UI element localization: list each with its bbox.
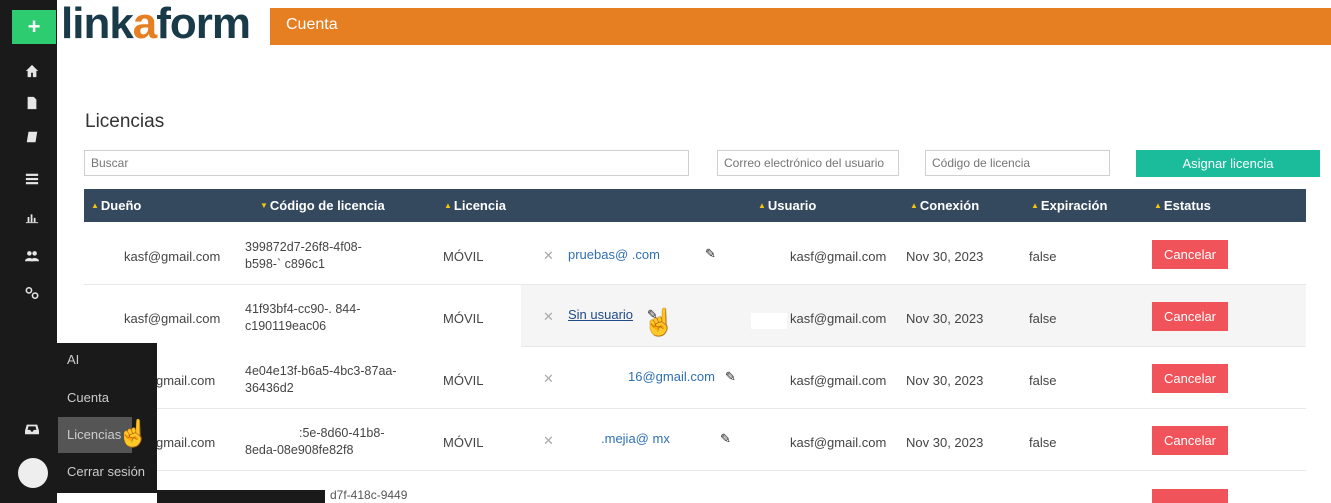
edit-icon[interactable]: ✎ (725, 369, 736, 385)
users-icon[interactable] (22, 247, 42, 265)
user-cell: kasf@gmail.com (790, 373, 887, 388)
email-filter-input[interactable] (717, 150, 899, 176)
user-cell: kasf@gmail.com (790, 311, 887, 326)
header-license[interactable]: ▲ Licencia (444, 198, 506, 213)
book-icon[interactable] (22, 128, 42, 146)
user-cell: kasf@gmail.com (790, 249, 887, 264)
header-expiration[interactable]: ▲ Expiración (1031, 198, 1107, 213)
assigned-user-link[interactable]: .mejia@ mx (601, 431, 670, 446)
sort-desc-icon: ▼ (260, 201, 268, 210)
connection-cell: Nov 30, 2023 (906, 435, 984, 450)
inbox-icon[interactable] (22, 420, 42, 438)
license-code-cell: 399872d7-26f8-4f08- b598-` c896c1 (245, 240, 362, 271)
cancel-button[interactable]: Cancelar (1152, 426, 1228, 455)
list-icon[interactable] (22, 170, 42, 188)
search-input[interactable] (84, 150, 689, 176)
cancel-button[interactable] (1152, 489, 1228, 503)
unassign-icon[interactable]: ✕ (543, 433, 554, 449)
logo-prefix: link (61, 0, 134, 48)
license-type-cell: MÓVIL (443, 435, 484, 450)
top-bar: Cuenta (270, 8, 1331, 45)
owner-cell: kasf@gmail.com (124, 249, 221, 264)
sort-asc-icon: ▲ (1154, 201, 1162, 210)
edit-icon[interactable]: ✎ (705, 246, 716, 262)
assigned-user-link[interactable]: pruebas@ .com (568, 247, 660, 262)
hand-cursor-icon: ☝ (643, 307, 676, 337)
table-row: kasf@gmail.com 41f93bf4-cc90-. 844- c1901… (84, 285, 1306, 347)
header-status[interactable]: ▲ Estatus (1154, 198, 1211, 213)
logo-suffix: form (156, 0, 251, 48)
sort-asc-icon: ▲ (758, 201, 766, 210)
sort-asc-icon: ▲ (444, 201, 452, 210)
license-type-cell: MÓVIL (443, 373, 484, 388)
assign-license-button[interactable]: Asignar licencia (1136, 150, 1320, 177)
code-filter-input[interactable] (925, 150, 1110, 176)
expiration-cell: false (1029, 435, 1057, 450)
connection-cell: Nov 30, 2023 (906, 373, 984, 388)
license-code-cell: 41f93bf4-cc90-. 844- c190119eac06 (245, 302, 361, 333)
logo-accent: a (132, 0, 158, 48)
table-row: gmail.com 4e04e13f-b6a5-4bc3-87aa- 36436d… (84, 347, 1306, 409)
edit-icon[interactable]: ✎ (720, 431, 731, 447)
assigned-user-link[interactable]: Sin usuario (568, 307, 633, 322)
expiration-cell: false (1029, 373, 1057, 388)
menu-item-logout[interactable]: Cerrar sesión (67, 464, 145, 479)
status-bar (157, 490, 325, 503)
page-title: Licencias (85, 111, 165, 132)
avatar[interactable] (18, 458, 48, 488)
cancel-button[interactable]: Cancelar (1152, 240, 1228, 269)
link-icon[interactable] (22, 284, 42, 302)
expiration-cell: false (1029, 311, 1057, 326)
table-row: kasf@gmail.com 399872d7-26f8-4f08- b598-`… (84, 223, 1306, 285)
sort-asc-icon: ▲ (91, 201, 99, 210)
sort-asc-icon: ▲ (910, 201, 918, 210)
license-type-cell: MÓVIL (443, 311, 484, 326)
table-row: gmail.com :5e-8d60-41b8- 8eda-08e908fe82f… (84, 409, 1306, 471)
sort-asc-icon: ▲ (1031, 201, 1039, 210)
hand-cursor-icon: ☝ (117, 418, 150, 448)
owner-cell: gmail.com (156, 373, 216, 388)
header-owner[interactable]: ▲ Dueño (91, 198, 141, 213)
add-button[interactable]: + (12, 10, 56, 44)
license-type-cell: MÓVIL (443, 249, 484, 264)
cancel-button[interactable]: Cancelar (1152, 364, 1228, 393)
user-cell: kasf@gmail.com (790, 435, 887, 450)
chart-icon[interactable] (22, 208, 42, 226)
menu-item-ai[interactable]: AI (67, 352, 79, 367)
license-code-cell: :5e-8d60-41b8- 8eda-08e908fe82f8 (245, 426, 385, 457)
connection-cell: Nov 30, 2023 (906, 249, 984, 264)
unassign-icon[interactable]: ✕ (543, 309, 554, 325)
owner-cell: kasf@gmail.com (124, 311, 221, 326)
document-icon[interactable] (22, 94, 42, 112)
unassign-icon[interactable]: ✕ (543, 371, 554, 387)
expiration-cell: false (1029, 249, 1057, 264)
header-code[interactable]: ▼ Código de licencia (260, 198, 385, 213)
menu-item-account[interactable]: Cuenta (67, 390, 109, 405)
header-user[interactable]: ▲ Usuario (758, 198, 816, 213)
cancel-button[interactable]: Cancelar (1152, 302, 1228, 331)
logo[interactable]: linkaform (57, 0, 272, 47)
header-connection[interactable]: ▲ Conexión (910, 198, 979, 213)
assigned-user-link[interactable]: 16@gmail.com (628, 369, 715, 384)
unassign-icon[interactable]: ✕ (543, 248, 554, 264)
connection-cell: Nov 30, 2023 (906, 311, 984, 326)
section-title: Cuenta (286, 16, 338, 33)
home-icon[interactable] (22, 62, 42, 80)
partial-license-code: d7f-418c-9449 (330, 488, 408, 502)
table-header: ▲ Dueño ▼ Código de licencia ▲ Licencia ▲ Us… (84, 189, 1306, 222)
owner-cell: gmail.com (156, 435, 216, 450)
license-code-cell: 4e04e13f-b6a5-4bc3-87aa- 36436d2 (245, 364, 397, 395)
